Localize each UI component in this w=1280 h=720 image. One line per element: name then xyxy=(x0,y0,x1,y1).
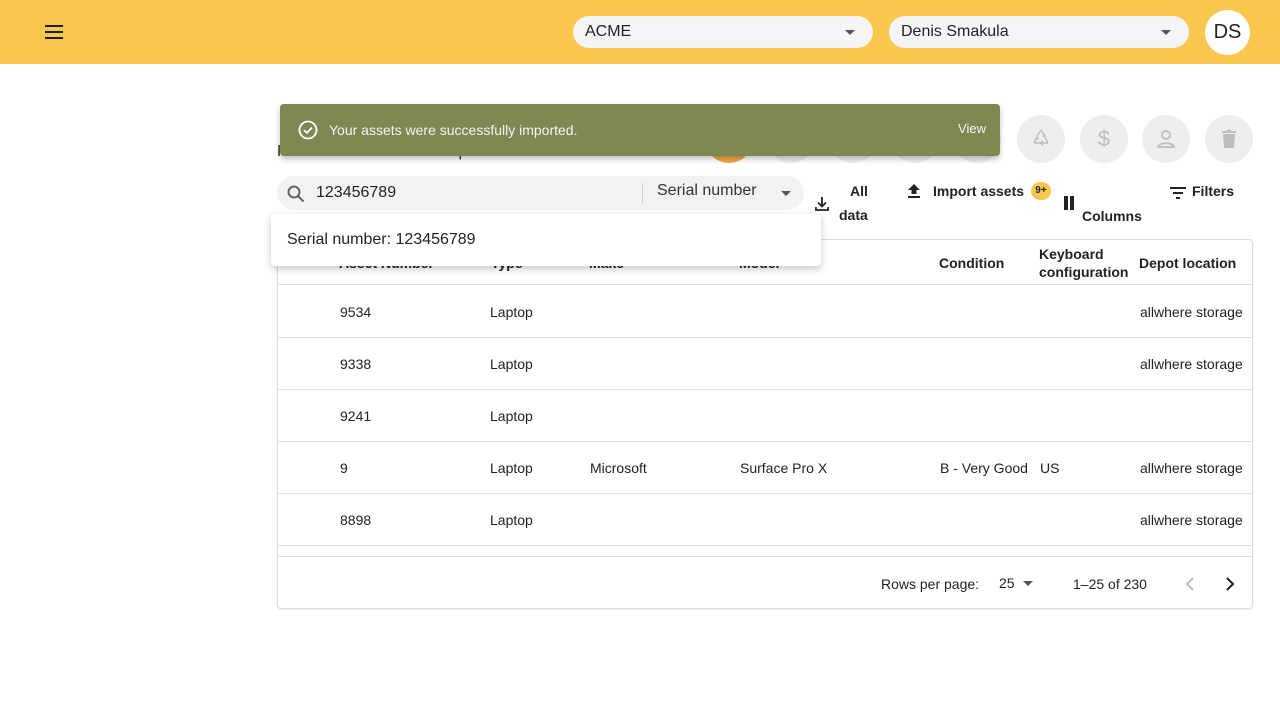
cell-type: Laptop xyxy=(490,408,533,424)
toast-view-button[interactable]: View xyxy=(958,121,986,136)
cell-asset-number: 9338 xyxy=(340,356,372,372)
filters-button[interactable]: Filters xyxy=(1168,182,1240,202)
cell-keyboard: US xyxy=(1040,460,1060,476)
cell-type: Laptop xyxy=(490,356,533,372)
column-header-condition[interactable]: Condition xyxy=(939,255,1004,271)
recycle-button[interactable] xyxy=(1017,115,1065,163)
cell-depot: allwhere storage xyxy=(1140,512,1243,528)
assign-user-button[interactable] xyxy=(1142,115,1190,163)
user-select[interactable]: Denis Smakula xyxy=(889,16,1189,48)
filter-icon xyxy=(1170,187,1186,199)
search-field-select[interactable]: Serial number xyxy=(657,182,757,200)
table-row[interactable]: 9241 Laptop xyxy=(278,390,1252,442)
menu-icon[interactable] xyxy=(38,16,70,48)
cell-depot: allwhere storage xyxy=(1140,304,1243,320)
import-assets-label: Import assets xyxy=(933,183,1025,199)
organization-select-value: ACME xyxy=(585,23,632,40)
cell-model: Surface Pro X xyxy=(740,460,828,476)
chevron-down-icon xyxy=(845,30,855,35)
trash-icon xyxy=(1222,129,1236,148)
rows-per-page-label: Rows per page: xyxy=(881,576,980,592)
column-header-depot[interactable]: Depot location xyxy=(1139,255,1236,271)
all-data-label-1: All xyxy=(850,183,868,199)
suggestion-item[interactable]: Serial number: 123456789 xyxy=(287,231,476,249)
rows-per-page-select[interactable]: 25 xyxy=(999,575,1015,591)
check-circle-icon xyxy=(298,120,318,140)
user-select-value: Denis Smakula xyxy=(901,23,1009,40)
search-icon xyxy=(287,185,305,203)
dollar-button[interactable]: $ xyxy=(1080,115,1128,163)
column-header-keyboard-2[interactable]: configuration xyxy=(1039,264,1128,280)
toast-message: Your assets were successfully imported. xyxy=(329,122,578,138)
all-data-label-2: data xyxy=(839,207,868,223)
search-suggestions: Serial number: 123456789 xyxy=(271,214,821,266)
cell-depot: allwhere storage xyxy=(1140,356,1243,372)
columns-label: Columns xyxy=(1082,208,1142,224)
avatar[interactable]: DS xyxy=(1205,10,1250,55)
organization-select[interactable]: ACME xyxy=(573,16,873,48)
cell-condition: B - Very Good xyxy=(940,460,1028,476)
success-toast: Your assets were successfully imported. … xyxy=(280,104,1000,156)
table-row[interactable]: 9338 Laptop allwhere storage xyxy=(278,338,1252,390)
download-all-data-button[interactable]: All data xyxy=(812,182,876,230)
table-pagination: Rows per page: 25 1–25 of 230 xyxy=(278,556,1252,608)
cell-make: Microsoft xyxy=(590,460,647,476)
table-row[interactable]: 8898 Laptop allwhere storage xyxy=(278,494,1252,546)
search-divider xyxy=(642,183,643,203)
search-bar: Serial number xyxy=(277,176,804,210)
app-bar: ACME Denis Smakula DS xyxy=(0,0,1280,64)
chevron-down-icon xyxy=(1161,30,1171,35)
table-row[interactable]: 9 Laptop Microsoft Surface Pro X B - Ver… xyxy=(278,442,1252,494)
dollar-icon: $ xyxy=(1098,127,1110,151)
recycle-icon xyxy=(1033,129,1049,146)
cell-type: Laptop xyxy=(490,304,533,320)
delete-button[interactable] xyxy=(1205,115,1253,163)
column-header-keyboard-1[interactable]: Keyboard xyxy=(1039,246,1104,262)
chevron-left-icon[interactable] xyxy=(1178,572,1202,596)
chevron-right-icon[interactable] xyxy=(1218,572,1242,596)
table-row[interactable]: 9534 Laptop allwhere storage xyxy=(278,286,1252,338)
person-icon xyxy=(1157,130,1175,148)
chevron-down-icon[interactable] xyxy=(1023,581,1033,586)
cell-asset-number: 9 xyxy=(340,460,348,476)
cell-asset-number: 9241 xyxy=(340,408,372,424)
cell-type: Laptop xyxy=(490,512,533,528)
search-input[interactable] xyxy=(316,182,636,204)
import-assets-button[interactable]: Import assets xyxy=(905,182,1031,202)
upload-icon xyxy=(908,184,920,198)
download-icon xyxy=(815,197,829,211)
import-count-badge: 9+ xyxy=(1031,182,1051,200)
cell-asset-number: 8898 xyxy=(340,512,372,528)
cell-type: Laptop xyxy=(490,460,533,476)
columns-icon xyxy=(1064,196,1074,210)
cell-asset-number: 9534 xyxy=(340,304,372,320)
assets-table: Asset Number Type Make Model Condition K… xyxy=(277,239,1253,609)
svg-text:$: $ xyxy=(1098,127,1110,151)
columns-button[interactable]: Columns xyxy=(1062,194,1142,224)
chevron-down-icon[interactable] xyxy=(781,191,791,196)
filters-label: Filters xyxy=(1192,183,1235,199)
cell-depot: allwhere storage xyxy=(1140,460,1243,476)
pagination-range: 1–25 of 230 xyxy=(1073,576,1147,592)
